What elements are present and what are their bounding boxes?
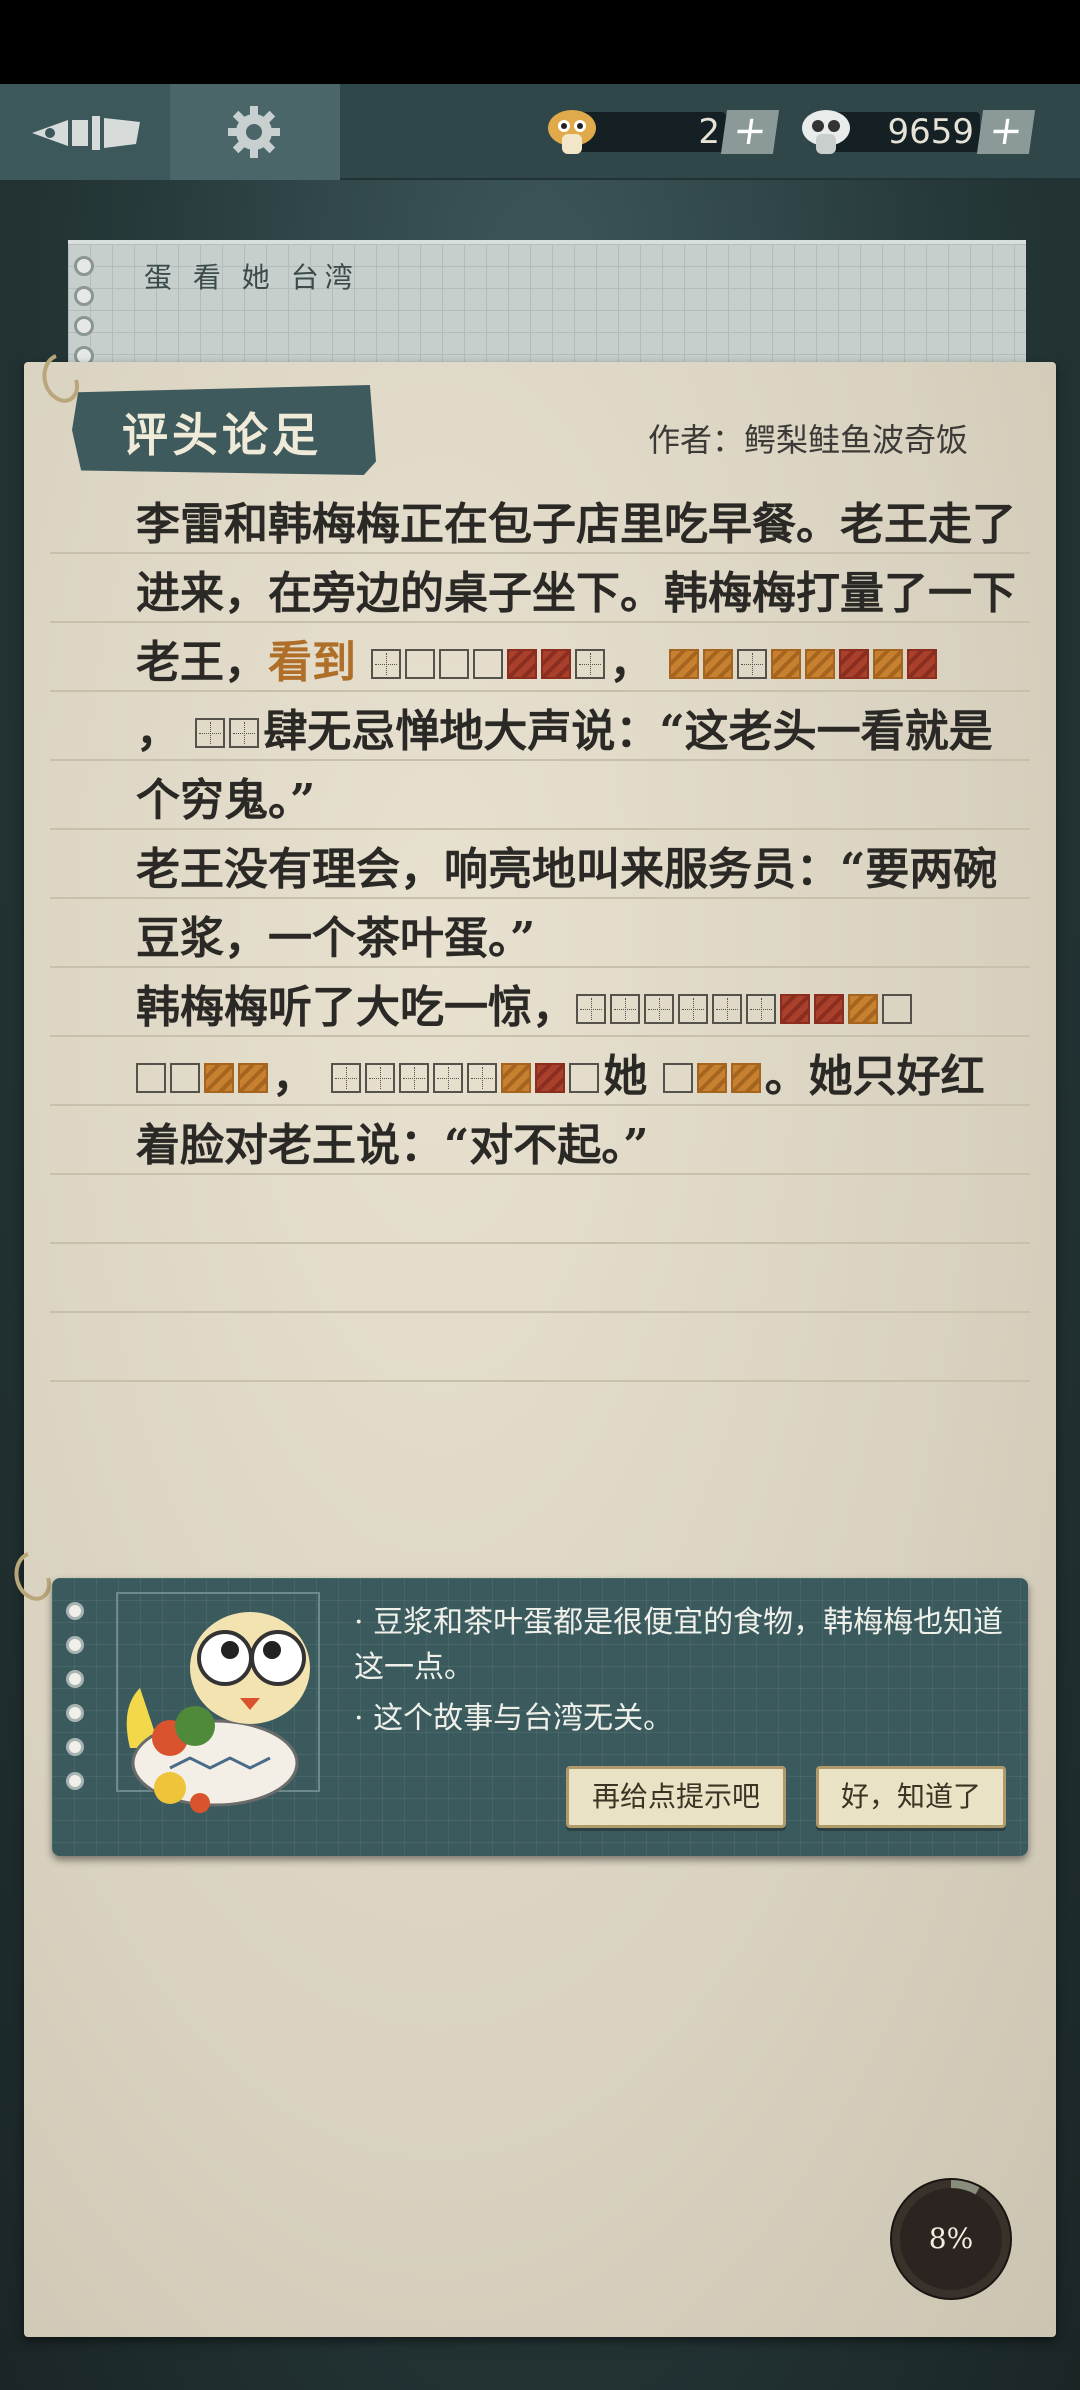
settings-button[interactable] [170,84,340,180]
story-text[interactable]: 李雷和韩梅梅正在包子店里吃早餐。老王走了进来，在旁边的桌子坐下。韩梅梅打量了一下… [48,490,1028,1180]
hidden-char[interactable] [204,1063,234,1093]
mascot-icon [126,1612,310,1813]
hidden-char[interactable] [610,994,640,1024]
progress-label: 8% [928,2222,974,2255]
story-paragraph-2: 老王没有理会，响亮地叫来服务员：“要两碗豆浆，一个茶叶蛋。” [136,844,998,964]
hidden-char[interactable] [136,1063,166,1093]
more-hint-button[interactable]: 再给点提示吧 [566,1766,786,1828]
hint-item: · 豆浆和茶叶蛋都是很便宜的食物，韩梅梅也知道这一点。 [354,1605,1004,1685]
hidden-char[interactable] [433,1063,464,1093]
hidden-char[interactable] [467,1063,498,1093]
hidden-char[interactable] [541,649,572,679]
story-title-tag: 评头论足 [72,385,376,475]
hidden-char[interactable] [838,649,869,679]
back-pen-icon [32,116,140,150]
hidden-char[interactable] [576,994,606,1024]
hidden-char[interactable] [662,1063,693,1093]
highlighted-word[interactable]: 看到 [268,637,356,688]
hidden-char[interactable] [746,994,776,1024]
story-paragraph-1: 李雷和韩梅梅正在包子店里吃早餐。老王走了进来，在旁边的桌子坐下。韩梅梅打量了一下… [136,499,1016,826]
add-hints-button[interactable]: + [720,108,780,154]
hidden-char[interactable] [668,649,699,679]
hidden-char[interactable] [501,1063,532,1093]
hidden-char[interactable] [906,649,937,679]
coin-count: 9659 [887,112,974,152]
hidden-char[interactable] [730,1063,761,1093]
collected-words: 蛋 看 她 台湾 [144,261,359,294]
hidden-char[interactable] [331,1063,362,1093]
story-author: 作者：鳄梨鲑鱼波奇饭 [648,421,969,459]
hidden-char[interactable] [569,1063,600,1093]
story-title: 评头论足 [122,408,322,462]
hidden-char[interactable] [170,1063,200,1093]
hidden-char[interactable] [405,649,436,679]
back-button[interactable] [0,84,170,180]
status-bar [0,0,1080,84]
hidden-char[interactable] [736,649,767,679]
word-notepad[interactable]: 蛋 看 她 台湾 [68,240,1026,370]
hidden-char[interactable] [696,1063,727,1093]
ok-button[interactable]: 好，知道了 [816,1766,1006,1828]
mushroom-hint-icon [548,110,596,154]
hint-list: · 豆浆和茶叶蛋都是很便宜的食物，韩梅梅也知道这一点。 · 这个故事与台湾无关。 [354,1600,1014,1747]
hidden-char[interactable] [814,994,844,1024]
story-paragraph-3: 韩梅梅听了大吃一惊，， 她 。她只好红着脸对老王说：“对不起。” [136,982,985,1171]
progress-indicator: 8% [890,2178,1012,2300]
hidden-char[interactable] [882,994,912,1024]
hint-count: 2 [698,112,720,152]
hidden-char[interactable] [575,649,606,679]
hidden-char[interactable] [780,994,810,1024]
hidden-char[interactable] [770,649,801,679]
hidden-char[interactable] [535,1063,566,1093]
hidden-char[interactable] [507,649,538,679]
hint-rings [66,1602,88,1806]
hidden-char[interactable] [872,649,903,679]
hidden-char[interactable] [804,649,835,679]
hidden-char[interactable] [644,994,674,1024]
coin-counter: 9659 + [800,106,1036,156]
hidden-char[interactable] [712,994,742,1024]
hidden-char[interactable] [238,1063,268,1093]
hidden-char[interactable] [848,994,878,1024]
hidden-char[interactable] [439,649,470,679]
hidden-char[interactable] [365,1063,396,1093]
hidden-char[interactable] [371,649,402,679]
hidden-char[interactable] [473,649,504,679]
add-coins-button[interactable]: + [976,108,1036,154]
hidden-char[interactable] [195,718,226,748]
hidden-char[interactable] [702,649,733,679]
hint-panel: · 豆浆和茶叶蛋都是很便宜的食物，韩梅梅也知道这一点。 · 这个故事与台湾无关。… [52,1578,1028,1856]
gear-icon [228,106,280,158]
hidden-char[interactable] [399,1063,430,1093]
hidden-char[interactable] [229,718,260,748]
hidden-char[interactable] [678,994,708,1024]
mushroom-coin-icon [802,110,850,154]
hint-item: · 这个故事与台湾无关。 [354,1701,674,1736]
hint-counter: 2 + [546,106,780,156]
